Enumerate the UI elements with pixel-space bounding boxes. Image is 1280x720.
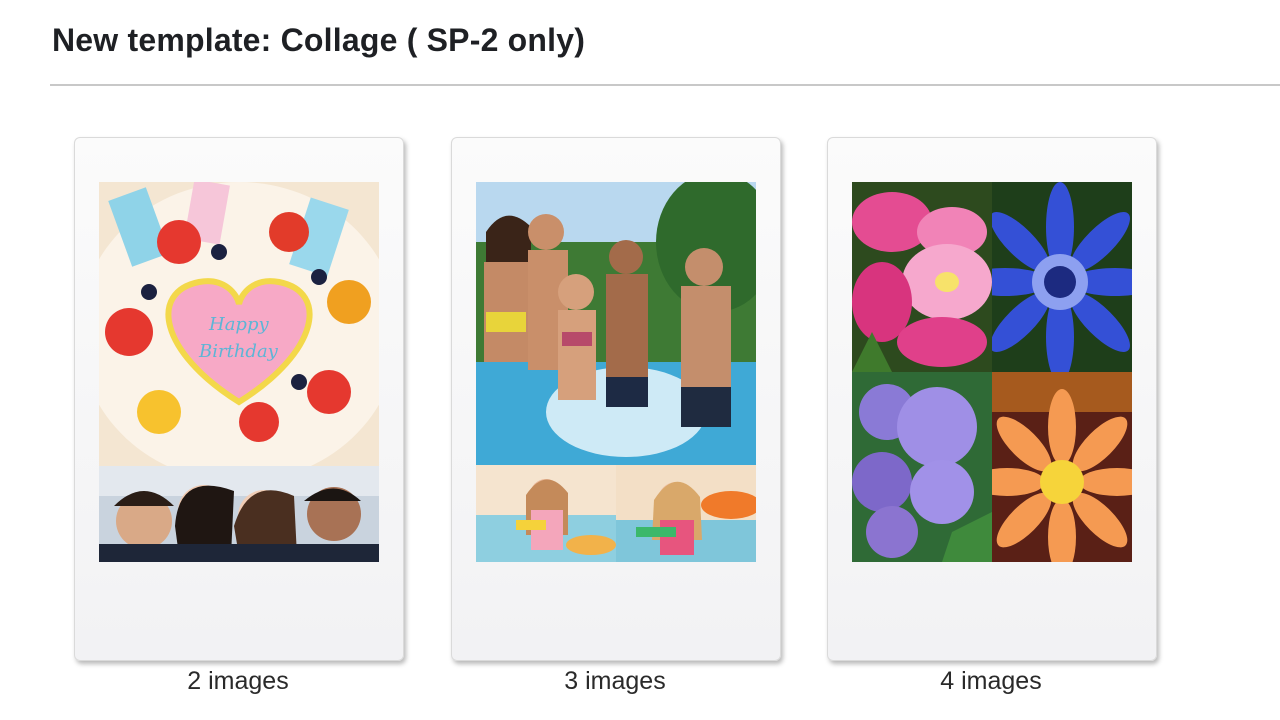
svg-text:Birthday: Birthday (198, 341, 279, 362)
svg-text:Happy: Happy (208, 314, 269, 335)
page: New template: Collage ( SP-2 only) Happy… (0, 0, 1280, 720)
girl-water-gun-photo (476, 465, 616, 562)
collage-preview (852, 182, 1132, 562)
collage-preview (476, 182, 756, 562)
pink-flower-photo (852, 182, 992, 372)
template-card-4-images[interactable] (827, 137, 1157, 661)
blue-flower-photo (992, 182, 1132, 372)
friends-selfie-photo (99, 466, 379, 562)
template-card-3-images[interactable] (451, 137, 781, 661)
birthday-cake-photo: Happy Birthday (99, 182, 379, 466)
orange-flower-photo (992, 372, 1132, 562)
hydrangea-photo (852, 372, 992, 562)
title-divider (50, 84, 1280, 86)
collage-preview: Happy Birthday (99, 182, 379, 562)
pool-party-photo (476, 182, 756, 465)
template-caption: 2 images (187, 667, 289, 695)
girl-splashing-photo (616, 465, 756, 562)
template-caption: 4 images (940, 667, 1042, 695)
template-caption: 3 images (564, 667, 666, 695)
template-card-2-images[interactable]: Happy Birthday (74, 137, 404, 661)
page-title: New template: Collage ( SP-2 only) (52, 22, 586, 58)
